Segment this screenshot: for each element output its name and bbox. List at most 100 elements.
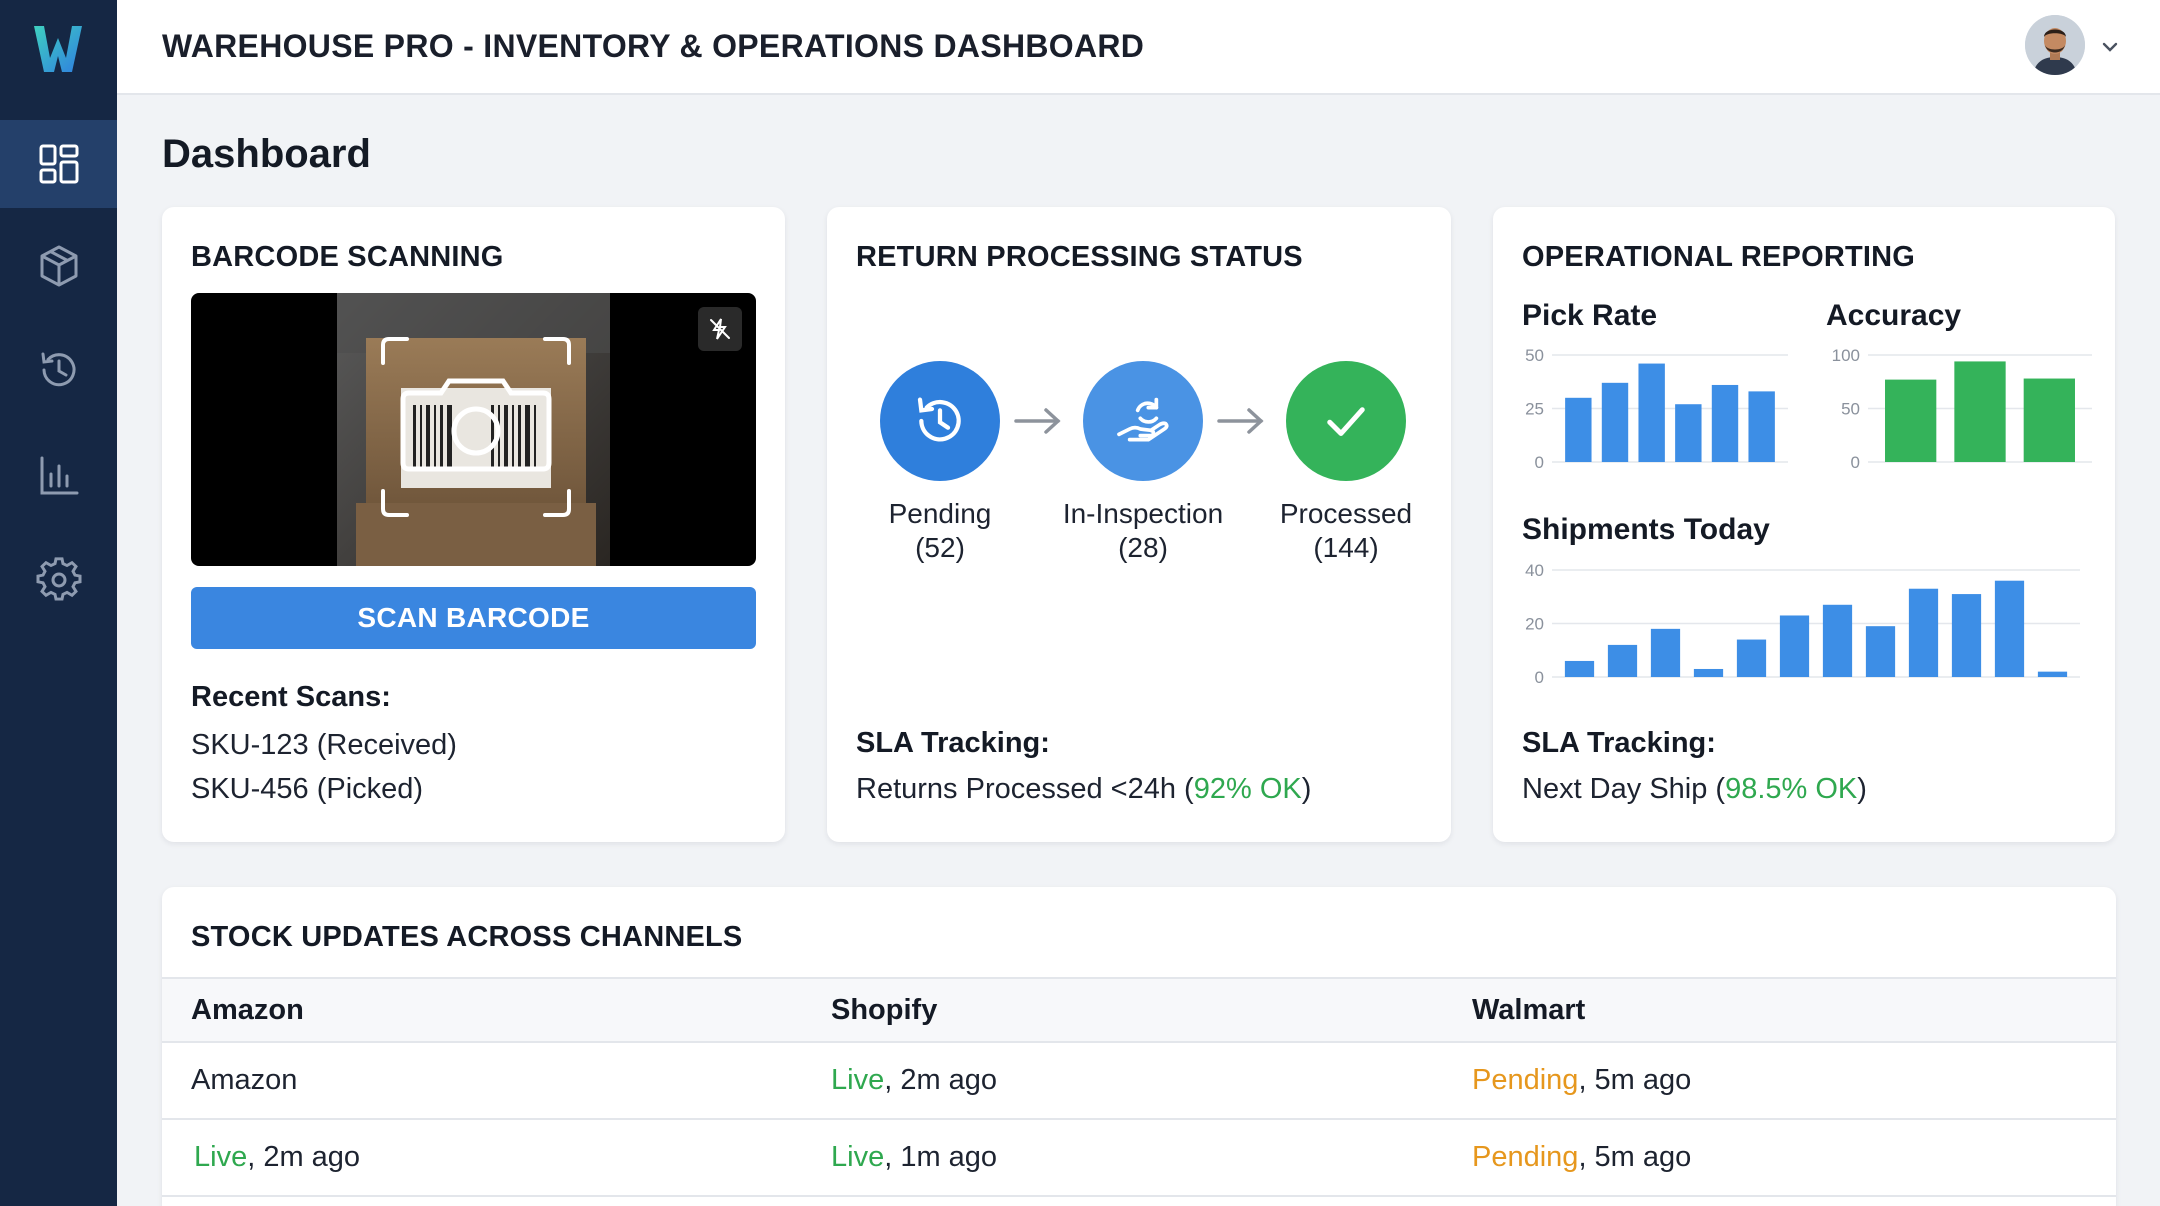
scanner-viewfinder[interactable]	[191, 293, 756, 566]
flash-toggle-button[interactable]	[698, 307, 742, 351]
y-tick-label: 0	[1851, 453, 1860, 472]
bar[interactable]	[1748, 391, 1775, 462]
column-header: Amazon	[191, 993, 304, 1026]
bar[interactable]	[1865, 626, 1896, 677]
cell-status: Live	[831, 1064, 885, 1096]
nav-history[interactable]	[0, 326, 117, 414]
step-circle	[880, 361, 1000, 481]
cell-status: Live	[831, 1141, 885, 1173]
bar[interactable]	[1822, 604, 1853, 677]
hand-return-icon	[1117, 397, 1169, 442]
bar-chart-icon	[40, 456, 78, 495]
bar[interactable]	[1908, 588, 1939, 677]
y-tick-label: 0	[1535, 668, 1544, 687]
chart-title-accuracy: Accuracy	[1826, 299, 1962, 332]
bar[interactable]	[2023, 378, 2075, 462]
chart-title-pick-rate: Pick Rate	[1522, 299, 1658, 332]
dashboard-icon	[39, 144, 78, 184]
bar[interactable]	[1638, 363, 1665, 462]
table-cell: Pending, 5m ago	[1472, 1120, 1691, 1195]
step-circle	[1286, 361, 1406, 481]
checkmark-icon	[1327, 407, 1365, 436]
recent-scans-heading: Recent Scans:	[191, 681, 391, 713]
bar[interactable]	[1954, 361, 2006, 462]
gear-icon	[36, 557, 81, 601]
bar[interactable]	[1650, 628, 1681, 677]
cell-status: Pending	[1472, 1064, 1579, 1096]
chart-title-shipments: Shipments Today	[1522, 513, 1770, 546]
sla-heading: SLA Tracking:	[856, 727, 1050, 759]
cell-time: , 5m ago	[1578, 1064, 1692, 1096]
history-icon	[41, 352, 75, 387]
card-title: OPERATIONAL REPORTING	[1522, 241, 1916, 273]
cell-time: Amazon	[191, 1064, 298, 1096]
camera-preview	[337, 293, 610, 566]
bar[interactable]	[2037, 671, 2068, 677]
table-row[interactable]: Live, 2m ago Live, 1m ago Pending, 5m ag…	[162, 1120, 2116, 1197]
cell-time: , 5m ago	[1578, 1141, 1692, 1173]
bar[interactable]	[1711, 384, 1739, 462]
step-processed[interactable]: Processed (144)	[1241, 361, 1451, 565]
cell-time: , 2m ago	[247, 1141, 361, 1173]
bar[interactable]	[1779, 615, 1810, 677]
bar[interactable]	[1736, 639, 1767, 677]
sla-shipping-text: Next Day Ship (98.5% OK)	[1522, 773, 1867, 806]
y-tick-label: 50	[1525, 347, 1544, 365]
bar[interactable]	[1564, 660, 1595, 677]
history-icon	[917, 397, 961, 442]
sla-returns-text: Returns Processed <24h (92% OK)	[856, 773, 1311, 806]
cell-time: , 2m ago	[884, 1064, 998, 1096]
bar[interactable]	[1994, 580, 2025, 677]
y-tick-label: 20	[1525, 615, 1544, 634]
y-tick-label: 100	[1832, 347, 1860, 365]
scan-barcode-button[interactable]: SCAN BARCODE	[191, 587, 756, 649]
app-logo-icon	[34, 26, 82, 72]
sidebar	[0, 0, 117, 1206]
step-circle	[1083, 361, 1203, 481]
card-title: STOCK UPDATES ACROSS CHANNELS	[191, 921, 743, 953]
bar[interactable]	[1565, 397, 1592, 462]
table-cell: Live, 1m ago	[831, 1120, 997, 1195]
package-icon	[40, 245, 77, 287]
operational-reporting-card: OPERATIONAL REPORTING Pick Rate 0 25 50 Ac…	[1493, 207, 2115, 842]
bar[interactable]	[1951, 594, 1982, 677]
stock-table: Amazon Shopify Walmart Amazon Live, 2m a…	[162, 977, 2116, 1197]
user-avatar[interactable]	[2025, 15, 2085, 75]
recent-scan-item: SKU-123 (Received)	[191, 729, 457, 761]
step-count: (28)	[1118, 532, 1168, 563]
table-header-row: Amazon Shopify Walmart	[162, 977, 2116, 1043]
step-label: Pending	[888, 498, 992, 529]
table-cell: Amazon	[191, 1043, 297, 1118]
column-header: Walmart	[1472, 993, 1586, 1026]
sla-label: Returns Processed <24h (	[856, 773, 1194, 805]
y-tick-label: 50	[1841, 400, 1860, 419]
nav-settings[interactable]	[0, 536, 117, 624]
cell-status: Live	[194, 1141, 248, 1173]
nav-dashboard[interactable]	[0, 120, 117, 208]
nav-inventory[interactable]	[0, 222, 117, 310]
y-tick-label: 0	[1535, 453, 1544, 472]
bar[interactable]	[1885, 379, 1937, 462]
sla-value: 92% OK	[1193, 773, 1302, 805]
nav-reports[interactable]	[0, 432, 117, 520]
app-title: WAREHOUSE PRO - INVENTORY & OPERATIONS D…	[162, 28, 1145, 64]
barcode-scanning-card: BARCODE SCANNING SCAN BARCODE Recent Sca…	[162, 207, 785, 842]
bar[interactable]	[1607, 644, 1638, 677]
pick-rate-chart: 0 25 50	[1525, 347, 1788, 472]
bar[interactable]	[1675, 404, 1702, 462]
table-row[interactable]: Amazon Live, 2m ago Pending, 5m ago	[162, 1043, 2116, 1120]
bar[interactable]	[1693, 668, 1724, 677]
card-title: RETURN PROCESSING STATUS	[856, 241, 1303, 273]
sla-suffix: )	[1857, 773, 1867, 805]
chevron-down-icon[interactable]	[2099, 36, 2121, 58]
table-cell: Pending, 5m ago	[1472, 1043, 1691, 1118]
card-title: BARCODE SCANNING	[191, 241, 504, 273]
table-cell: Live, 2m ago	[831, 1043, 997, 1118]
step-count: (144)	[1313, 532, 1379, 563]
step-in-inspection[interactable]: In-Inspection (28)	[1038, 361, 1248, 565]
bar[interactable]	[1601, 382, 1629, 462]
sla-label: Next Day Ship (	[1522, 773, 1726, 805]
step-pending[interactable]: Pending (52)	[835, 361, 1045, 565]
page-title: Dashboard	[162, 132, 371, 176]
return-processing-card: RETURN PROCESSING STATUS Pending (52) In-…	[827, 207, 1451, 842]
